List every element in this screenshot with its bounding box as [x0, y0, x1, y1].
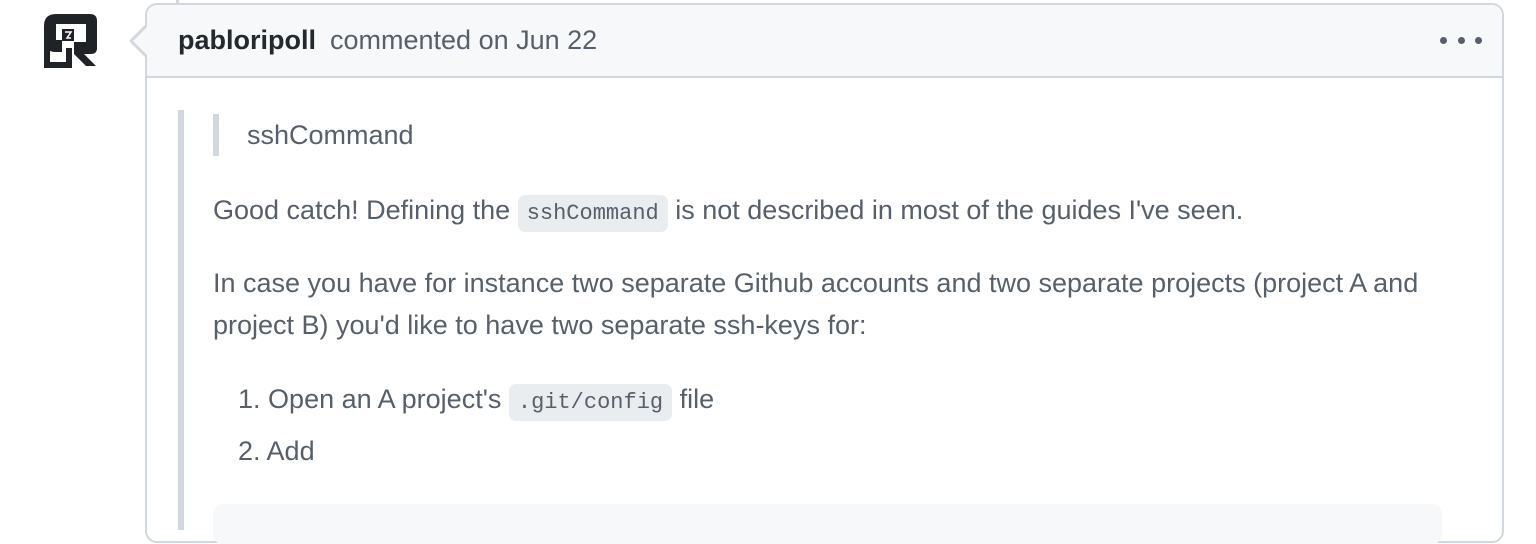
paragraph-1-after: is not described in most of the guides I…: [675, 195, 1244, 225]
paragraph-1: Good catch! Defining the sshCommand is n…: [213, 189, 1443, 235]
dot: [1440, 36, 1447, 44]
blockquote-bar: [178, 110, 184, 530]
inline-code: .git/config: [508, 384, 673, 421]
paragraph-2: In case you have for instance two separa…: [213, 268, 1419, 340]
list-number: 1.: [238, 384, 261, 414]
list-text-after: file: [679, 384, 715, 414]
code-block: [213, 504, 1442, 544]
list-text: Add: [266, 436, 315, 466]
author-link[interactable]: pabloripoll: [178, 25, 316, 56]
list-item: 1. Open an A project's .git/config file: [238, 379, 714, 423]
dot: [1457, 36, 1465, 44]
inline-code: sshCommand: [517, 195, 668, 232]
nested-blockquote-bar: [213, 114, 219, 156]
kebab-menu-icon[interactable]: [1440, 27, 1482, 53]
quoted-text: sshCommand: [247, 120, 414, 150]
list-number: 2.: [238, 436, 261, 466]
comment-timestamp[interactable]: commented on Jun 22: [330, 25, 597, 56]
comment-box: pabloripoll commented on Jun 22 sshComma…: [145, 3, 1504, 544]
comment-caret-fill: [133, 26, 148, 56]
avatar[interactable]: [40, 12, 100, 70]
comment-header: pabloripoll commented on Jun 22: [147, 5, 1502, 78]
list-item: 2. Add: [238, 431, 315, 471]
comment-body: sshCommand Good catch! Defining the sshC…: [178, 110, 1502, 544]
avatar-icon: [44, 14, 97, 68]
dot: [1475, 36, 1482, 44]
list-text-before: Open an A project's: [268, 384, 502, 414]
paragraph-1-before: Good catch! Defining the: [213, 195, 511, 225]
